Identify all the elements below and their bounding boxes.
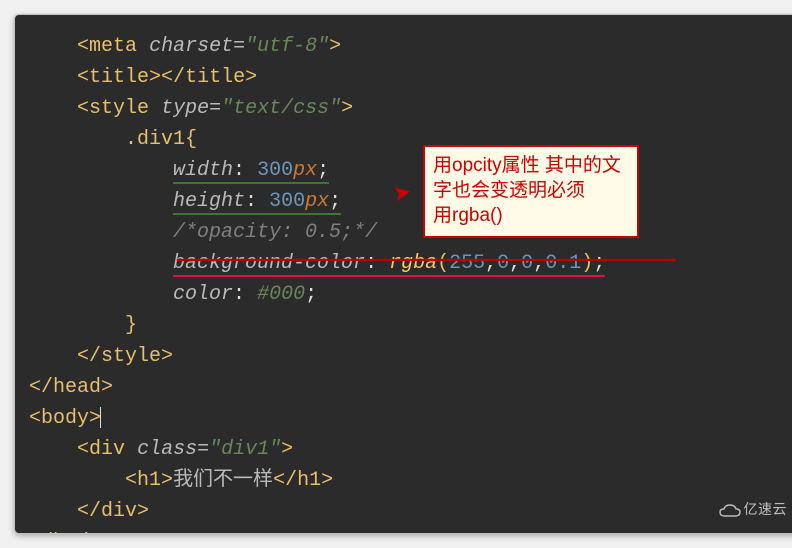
watermark: 亿速云 (719, 499, 788, 519)
underline-red (177, 259, 676, 261)
callout-line: 字也会变透明必须 (433, 180, 585, 201)
code-editor[interactable]: <meta charset="utf-8"> <title></title> <… (14, 14, 792, 534)
annotation-callout: 用opcity属性 其中的文 字也会变透明必须 用rgba() (423, 145, 639, 238)
callout-line: 用rgba() (433, 205, 503, 226)
code-block[interactable]: <meta charset="utf-8"> <title></title> <… (29, 31, 791, 534)
text-cursor (100, 407, 101, 428)
callout-line: 用opcity属性 其中的文 (433, 155, 621, 176)
cloud-icon (719, 504, 741, 518)
